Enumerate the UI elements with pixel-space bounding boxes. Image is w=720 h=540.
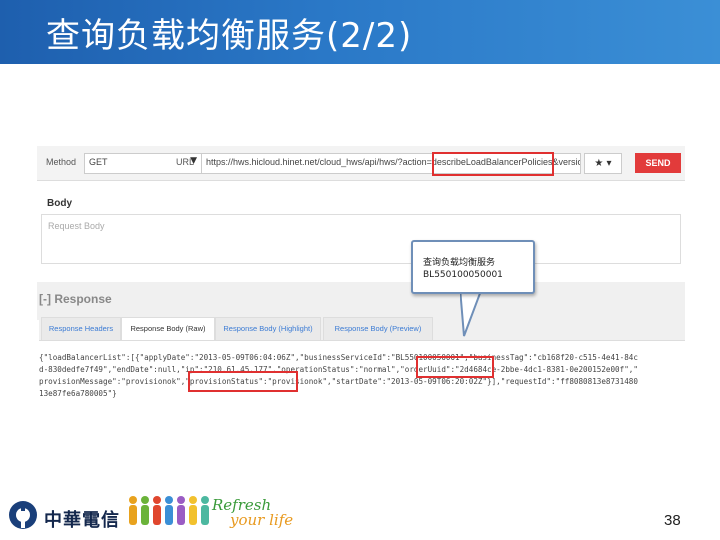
cht-logo-icon: [9, 501, 37, 529]
response-line: provisionMessage":"provisionok","provisi…: [39, 377, 638, 386]
request-body-textarea[interactable]: Request Body: [41, 214, 681, 264]
favorite-button[interactable]: ★ ▾: [584, 153, 622, 174]
tab-response-body-highlight[interactable]: Response Body (Highlight): [215, 317, 321, 340]
response-tabs: Response Headers Response Body (Raw) Res…: [39, 317, 685, 341]
tab-response-body-preview[interactable]: Response Body (Preview): [323, 317, 433, 340]
action-highlight-box: [432, 152, 554, 176]
page-number: 38: [664, 512, 681, 529]
slogan-your-life: your life: [230, 511, 294, 529]
star-icon: ★: [594, 158, 604, 169]
people-logo-icon: [129, 496, 209, 525]
response-line: 13e87fe6a780005"}: [39, 389, 117, 398]
response-body: {"loadBalancerList":[{"applyDate":"2013-…: [39, 352, 683, 414]
tab-response-body-raw[interactable]: Response Body (Raw): [121, 317, 215, 340]
company-name: 中華電信: [44, 510, 120, 531]
service-id-highlight-box: [416, 356, 494, 378]
response-title[interactable]: [-] Response: [39, 292, 112, 306]
method-label: Method: [46, 157, 77, 167]
response-line: {"loadBalancerList":[{"applyDate":"2013-…: [39, 353, 638, 362]
response-line: d-830dedfe7f49","endDate":null,"ip":"210…: [39, 365, 638, 374]
request-bar: Method GET ▼ URL https://hws.hicloud.hin…: [37, 146, 685, 181]
body-label: Body: [47, 198, 72, 209]
callout-id: BL550100050001: [423, 270, 503, 280]
url-label: URL: [176, 157, 195, 167]
callout-box: 查询负载均衡服务 BL550100050001: [411, 240, 535, 294]
title-bar: 查询负载均衡服务(2/2): [0, 0, 720, 64]
body-placeholder: Request Body: [48, 221, 105, 231]
callout-pointer: [460, 288, 484, 337]
send-button[interactable]: SEND: [635, 153, 681, 173]
tab-response-headers[interactable]: Response Headers: [41, 317, 121, 340]
response-header: [-] Response: [37, 282, 685, 320]
rest-client-screenshot: Method GET ▼ URL https://hws.hicloud.hin…: [37, 146, 685, 420]
method-value: GET: [89, 157, 108, 167]
ip-highlight-box: [188, 371, 298, 392]
slide-title: 查询负载均衡服务(2/2): [46, 16, 413, 56]
callout-title: 查询负载均衡服务: [423, 258, 496, 268]
